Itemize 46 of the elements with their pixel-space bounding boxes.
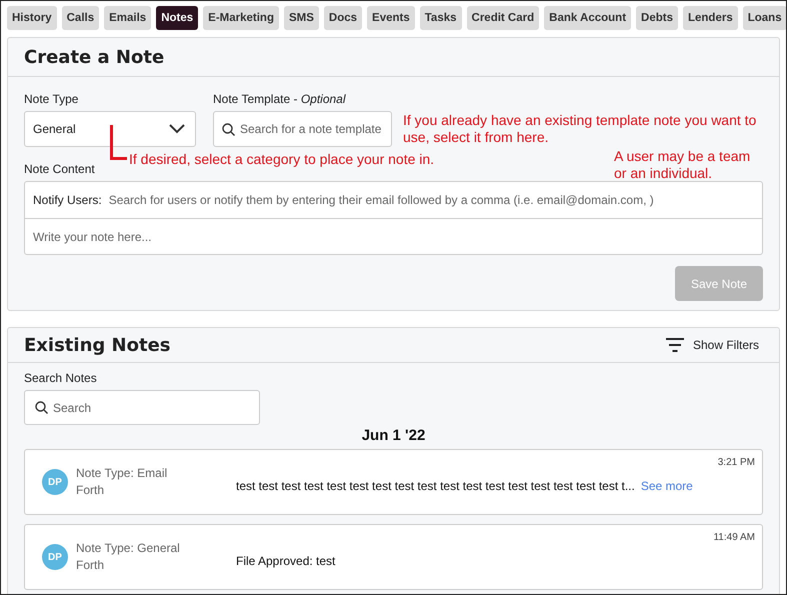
show-filters-button[interactable]: Show Filters <box>664 337 763 353</box>
field-label: Search Notes <box>24 371 97 385</box>
author-name: Forth <box>76 482 106 499</box>
avatar: DP <box>42 469 68 495</box>
note-text: File Approved: test <box>236 554 336 568</box>
tab[interactable]: Tasks <box>420 6 462 30</box>
leader-line <box>110 125 127 160</box>
field-label: Note Template - Optional <box>213 92 346 106</box>
filter-icon <box>664 337 685 353</box>
panel-title: Existing Notes <box>24 334 170 356</box>
field-label: Note Content <box>24 162 95 176</box>
panel-title: Create a Note <box>24 46 164 68</box>
tab[interactable]: Emails <box>104 6 152 30</box>
search-notes-field[interactable]: Search <box>24 390 260 425</box>
tab[interactable]: Debts <box>636 6 678 30</box>
notify-users-field[interactable]: Notify Users: Search for users or notify them by entering their email followed by a comma (i.e. email@domain.com, ) <box>25 182 762 219</box>
annotation-text: A user may be a team or an individual. <box>614 148 752 182</box>
tab[interactable]: Credit Card <box>466 6 540 30</box>
date-heading: Jun 1 '22 <box>362 427 426 444</box>
tab[interactable]: Events <box>367 6 415 30</box>
note-type-text: Note Type: Email <box>76 465 168 482</box>
author-name: Forth <box>76 557 106 574</box>
search-icon <box>222 122 235 136</box>
tab[interactable]: History <box>7 6 57 30</box>
annotation-text: If you already have an existing template note you want to use, select it from here. <box>403 112 758 146</box>
field-label: Note Type <box>24 92 78 106</box>
tab[interactable]: SMS <box>284 6 319 30</box>
note-text-area[interactable]: Write your note here... <box>25 219 762 254</box>
annotation-text: If desired, select a category to place your note in. <box>129 151 434 168</box>
tab[interactable]: Notes <box>156 6 198 30</box>
chevron-down-icon <box>169 124 185 134</box>
tab[interactable]: E-Marketing <box>203 6 279 30</box>
tab[interactable]: Loans <box>742 6 786 30</box>
avatar: DP <box>42 544 68 570</box>
note-type-text: Note Type: General <box>76 540 181 557</box>
tab[interactable]: Calls <box>62 6 100 30</box>
tab[interactable]: Docs <box>324 6 362 30</box>
note-time: 11:49 AM <box>713 532 755 543</box>
template-search-field[interactable]: Search for a note template <box>213 111 392 147</box>
note-text: test test test test test test test test test test test test test test test test test t... <box>236 479 635 493</box>
search-icon <box>35 401 48 414</box>
see-more-link[interactable]: See more <box>640 479 693 493</box>
tab[interactable]: Lenders <box>682 6 738 30</box>
note-time: 3:21 PM <box>718 457 755 468</box>
tab[interactable]: Bank Account <box>544 6 632 30</box>
note-type-dropdown[interactable]: General <box>24 111 196 147</box>
